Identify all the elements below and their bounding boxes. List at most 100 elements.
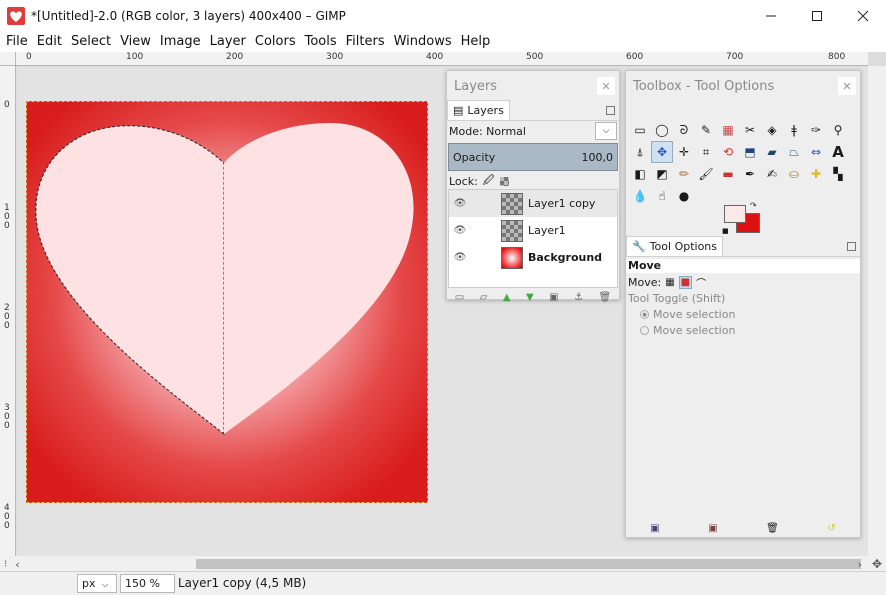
menu-colors[interactable]: Colors [250,34,300,49]
visibility-eye-icon[interactable]: 👁 [449,198,471,209]
menu-select[interactable]: Select [66,34,115,49]
menu-windows[interactable]: Windows [389,34,456,49]
menu-view[interactable]: View [115,34,155,49]
tab-menu-icon[interactable] [847,242,856,251]
move-layer-icon[interactable]: ▦ [665,277,674,288]
restore-options-icon[interactable]: ▣ [708,523,717,534]
reset-options-icon[interactable]: ↺ [827,523,835,534]
close-button[interactable] [840,0,886,31]
blend-icon[interactable]: ◩ [651,163,673,185]
radio-option[interactable]: Move selection [640,324,735,337]
flip-icon[interactable]: ⇔ [805,141,827,163]
menu-layer[interactable]: Layer [205,34,250,49]
maximize-button[interactable] [794,0,840,31]
radio-option[interactable]: ● Move selection [640,308,735,321]
ruler-label: 700 [726,52,744,62]
move-selection-icon[interactable]: ■ [678,276,693,289]
measure-icon[interactable]: ⍋ [629,141,651,163]
mode-label[interactable]: Mode: Normal [449,125,526,138]
default-colors-icon[interactable]: ■ [722,227,729,235]
horizontal-ruler[interactable]: 0 100 200 300 400 500 600 700 800 [16,52,868,66]
zoom-dropdown[interactable]: 150 % ⌵ [120,574,175,595]
heal-icon[interactable]: ✚ [805,163,827,185]
tab-menu-icon[interactable] [606,106,615,115]
move-path-icon[interactable]: ⌒ [696,275,706,290]
delete-layer-icon[interactable]: 🗑 [599,292,612,303]
blur-icon[interactable]: 💧 [629,185,651,207]
menu-help[interactable]: Help [456,34,495,49]
perspective-clone-icon[interactable]: ▚ [827,163,849,185]
align-icon[interactable]: ✛ [673,141,695,163]
new-layer-icon[interactable]: ▭ [455,292,464,303]
lock-alpha-icon[interactable] [499,176,509,186]
perspective-icon[interactable]: ⏢ [783,141,805,163]
quick-mask-corner[interactable] [0,52,16,66]
status-message: Layer1 copy (4,5 MB) [178,576,307,590]
text-tool-icon[interactable]: A [827,141,849,163]
duplicate-layer-icon[interactable]: ▣ [549,292,558,303]
tab-layers[interactable]: ▤ Layers [447,100,510,120]
color-select-icon[interactable]: ▦ [717,119,739,141]
menu-file[interactable]: File [0,34,32,49]
menu-edit[interactable]: Edit [32,34,66,49]
ink-icon[interactable]: ✍ [761,163,783,185]
navigation-icon[interactable]: ✥ [872,557,882,571]
layers-dock-close-button[interactable]: ✕ [597,77,615,95]
mode-dropdown[interactable]: ⌵ [595,122,617,140]
scrollbar-thumb[interactable] [196,559,861,569]
save-options-icon[interactable]: ▣ [650,523,659,534]
navigate-icon[interactable]: ⁝ [4,559,7,570]
scroll-right-icon[interactable]: › [858,558,862,571]
foreground-select-icon[interactable]: ◈ [761,119,783,141]
layer-row[interactable]: 👁 Layer1 copy [449,190,617,217]
menu-image[interactable]: Image [155,34,205,49]
shear-icon[interactable]: ▰ [761,141,783,163]
crop-icon[interactable]: ⌗ [695,141,717,163]
eraser-icon[interactable]: ▬ [717,163,739,185]
swap-colors-icon[interactable]: ↷ [750,201,757,210]
foreground-color-swatch[interactable] [724,205,746,223]
layer-row[interactable]: 👁 Background [449,244,617,271]
layer-row[interactable]: 👁 Layer1 [449,217,617,244]
minimize-button[interactable] [748,0,794,31]
menu-filters[interactable]: Filters [341,34,389,49]
dodge-burn-icon[interactable]: ● [673,185,695,207]
ellipse-select-icon[interactable]: ◯ [651,119,673,141]
scroll-left-icon[interactable]: ‹ [15,558,19,571]
rotate-icon[interactable]: ⟲ [717,141,739,163]
fuzzy-select-icon[interactable]: ✎ [695,119,717,141]
vertical-ruler[interactable]: 0 1 0 0 2 0 0 3 0 0 4 0 0 [0,66,16,556]
move-tool-icon[interactable]: ✥ [651,141,673,163]
paintbrush-icon[interactable]: 🖌 [695,163,717,185]
clone-icon[interactable]: ⛀ [783,163,805,185]
visibility-eye-icon[interactable]: 👁 [449,252,471,263]
tool-toggle-label: Tool Toggle (Shift) [628,292,726,305]
pencil-icon[interactable]: ✏ [673,163,695,185]
image-canvas[interactable] [26,101,428,503]
lock-pixels-icon[interactable]: 🖉 [483,172,495,191]
scale-icon[interactable]: ⬒ [739,141,761,163]
smudge-icon[interactable]: ☝ [651,185,673,207]
tab-tool-options[interactable]: 🔧 Tool Options [626,236,724,256]
scissors-icon[interactable]: ✂ [739,119,761,141]
airbrush-icon[interactable]: ✒ [739,163,761,185]
paths-icon[interactable]: ǂ [783,119,805,141]
horizontal-scrollbar[interactable]: ⁝ ‹ › ✥ [0,556,886,572]
free-select-icon[interactable]: ᘐ [673,119,695,141]
new-layer-group-icon[interactable]: ▱ [480,292,488,303]
delete-options-icon[interactable]: 🗑 [766,523,779,534]
cage-transform-icon[interactable]: ◧ [629,163,651,185]
visibility-eye-icon[interactable]: 👁 [449,225,471,236]
raise-layer-icon[interactable]: ▲ [503,292,511,303]
color-picker-icon[interactable]: ✑ [805,119,827,141]
lower-layer-icon[interactable]: ▼ [526,292,534,303]
ruler-label: 200 [226,52,244,62]
toolbox-dock-close-button[interactable]: ✕ [838,77,856,95]
unit-dropdown[interactable]: px ⌵ [77,574,117,593]
anchor-layer-icon[interactable]: ⚓ [574,292,583,303]
menu-tools[interactable]: Tools [300,34,341,49]
zoom-icon[interactable]: ⚲ [827,119,849,141]
rect-select-icon[interactable]: ▭ [629,119,651,141]
vertical-scrollbar[interactable] [868,66,886,556]
opacity-slider[interactable]: Opacity 100,0 [448,143,618,171]
